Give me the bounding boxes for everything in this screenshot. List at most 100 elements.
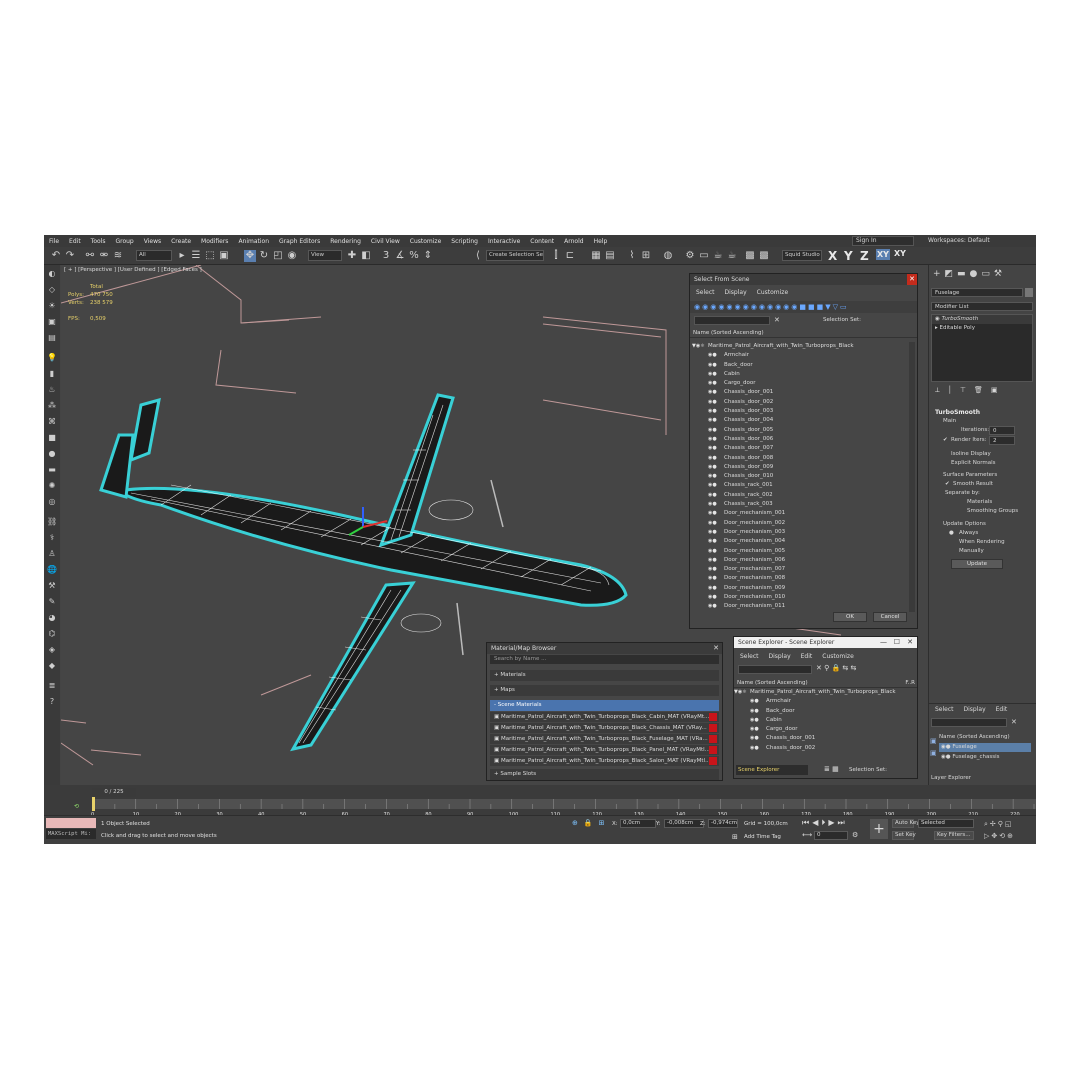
stack-item-turbosmooth[interactable]: ◉ TurboSmooth [932,315,1032,325]
tree-scrollbar[interactable] [909,342,915,612]
render-iters-checkbox[interactable]: ✔ [943,437,948,443]
tree-item[interactable]: ◉● Chassis_door_003 [692,407,908,416]
geometry-icon[interactable]: ▮ [47,369,57,379]
axis-z-button[interactable]: Z [860,249,869,263]
visibility-icon[interactable]: ◉● [708,584,724,593]
explorer-menu-display[interactable]: Display [769,652,791,662]
tree-item[interactable]: ◉● Back_door [692,361,908,370]
dialog-menu-customize[interactable]: Customize [757,288,789,298]
visibility-icon[interactable]: ◉● [708,528,724,537]
visibility-icon[interactable]: ◉● [708,472,724,481]
update-manually-radio[interactable]: Manually [959,548,984,554]
visibility-icon[interactable]: ◉● [708,407,724,416]
menu-customize[interactable]: Customize [405,238,447,245]
playback-controls[interactable]: ⏮◀⏵▶⏭ [802,818,848,828]
visibility-icon[interactable]: ◉● [750,725,766,734]
visibility-icon[interactable]: ◉● [708,416,724,425]
layer-row-fuselage-chassis[interactable]: ◉● Fuselage_chassis [939,753,1031,762]
minimize-icon[interactable]: — [880,637,887,648]
snaps-toggle-icon[interactable]: 3 [380,250,392,262]
menu-create[interactable]: Create [166,238,196,245]
scene-explorer-icon[interactable]: ▦ [590,250,602,262]
tree-item[interactable]: ◉● Chassis_door_008 [692,454,908,463]
visibility-icon[interactable]: ◉● [750,734,766,743]
axis-xy-button[interactable]: XY [876,249,890,260]
explorer-tree-item[interactable]: ◉● Chassis_door_001 [734,734,917,743]
menu-animation[interactable]: Animation [233,238,274,245]
render-setup-icon[interactable]: ⚙ [684,250,696,262]
modifier-list-dropdown[interactable]: Modifier List [931,302,1033,311]
globe-icon[interactable]: 🌐 [47,565,57,575]
stack-item-editable-poly[interactable]: ▸ Editable Poly [932,324,1032,333]
mirror-icon[interactable]: ⫿ [550,250,562,262]
update-always-radio[interactable]: ● [949,530,954,536]
shapes-icon[interactable]: ◇ [47,285,57,295]
visibility-icon[interactable]: ◉● [708,370,724,379]
x-coordinate-field[interactable]: 0,0cm [620,819,656,828]
create-icon[interactable]: ◐ [47,269,57,279]
separate-materials-checkbox[interactable]: Materials [967,499,992,505]
object-name-field[interactable]: Fuselage [931,288,1023,297]
explorer-tree-item[interactable]: ◉● Cabin [734,716,917,725]
time-config-icon[interactable]: ⚙ [852,831,858,839]
clear-search-icon[interactable]: ✕ ⚲ 🔒 ⇆ ⇆ [816,664,856,672]
selection-filter-dropdown[interactable]: All [136,250,172,261]
visibility-icon[interactable]: ◉● [708,547,724,556]
tool-icon[interactable]: ⚒ [47,581,57,591]
menu-arnold[interactable]: Arnold [559,238,588,245]
script-icon[interactable]: ⌬ [47,629,57,639]
redo-icon[interactable]: ↷ [64,250,76,262]
visibility-icon[interactable]: ◉● [708,565,724,574]
menu-civil-view[interactable]: Civil View [366,238,405,245]
visibility-icon[interactable]: ◉● [708,361,724,370]
move-icon[interactable]: ✥ [244,250,256,262]
tree-item[interactable]: ◉● Chassis_door_010 [692,472,908,481]
vray-icon[interactable]: ▩ [744,250,756,262]
tree-item[interactable]: ◉● Chassis_rack_002 [692,491,908,500]
key-mode-toggle[interactable]: ⟷ [802,831,812,839]
close-icon[interactable]: ✕ [713,643,719,654]
rotate-icon[interactable]: ↻ [258,250,270,262]
tree-item[interactable]: ◉● Cabin [692,370,908,379]
visibility-icon[interactable]: ◉● [708,500,724,509]
curve-editor-icon[interactable]: ⌇ [626,250,638,262]
vray-frame-icon[interactable]: ▩ [758,250,770,262]
menu-interactive[interactable]: Interactive [483,238,525,245]
layer-menu-select[interactable]: Select [935,705,954,715]
placement-icon[interactable]: ◉ [286,250,298,262]
object-color-swatch[interactable] [1025,288,1033,297]
brush-icon[interactable]: ✎ [47,597,57,607]
time-tag-icon[interactable]: ⊞ [732,833,738,841]
close-icon[interactable]: ✕ [907,637,913,648]
pivot-icon[interactable]: ✚ [346,250,358,262]
visibility-icon[interactable]: ◉● [708,379,724,388]
layer-menu-display[interactable]: Display [964,705,986,715]
helpers-icon[interactable]: ▤ [47,333,57,343]
tree-item[interactable]: ◉● Door_mechanism_007 [692,565,908,574]
layer-column-header[interactable]: Name (Sorted Ascending) [939,734,1010,740]
tree-item[interactable]: ◉● Chassis_door_001 [692,388,908,397]
window-crossing-icon[interactable]: ▣ [218,250,230,262]
cylinder-icon[interactable]: ▬ [47,465,57,475]
explorer-layers-icon[interactable]: ≣ ▦ [824,765,839,773]
visibility-icon[interactable]: ◉● [750,707,766,716]
menu-tools[interactable]: Tools [86,238,111,245]
bone-icon[interactable]: ⚕ [47,533,57,543]
menu-group[interactable]: Group [110,238,138,245]
viewport-navigation-icons[interactable]: ⌕✢⚲◱ ▷✥⟲⊕ [984,818,1015,842]
explorer-column-header[interactable]: Name (Sorted Ascending) F..R [734,679,917,688]
visibility-icon[interactable]: ◉● [708,602,724,611]
link-icon[interactable]: ⚯ [84,250,96,262]
visibility-icon[interactable]: ◉● [708,537,724,546]
visibility-icon[interactable]: ◉● [750,716,766,725]
material-item[interactable]: ▣ Maritime_Patrol_Aircraft_with_Twin_Tur… [490,712,719,722]
workspaces-dropdown[interactable]: Workspaces: Default [928,236,1034,246]
angle-snap-icon[interactable]: ∡ [394,250,406,262]
visibility-icon[interactable]: ◉● [708,481,724,490]
visibility-icon[interactable]: ◉● [750,744,766,753]
expand-icon[interactable]: ▼◉⚛ [734,688,750,697]
target-icon[interactable]: ◈ [47,645,57,655]
menu-file[interactable]: File [44,238,64,245]
paint-icon[interactable]: ◕ [47,613,57,623]
particles-icon[interactable]: ⁂ [47,401,57,411]
